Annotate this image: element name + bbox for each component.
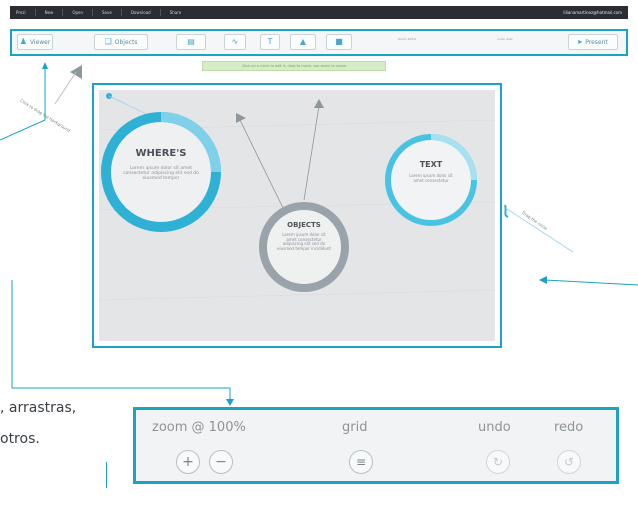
viewer-button[interactable]: ♟ Viewer (17, 34, 53, 50)
left-annotation-lines (0, 62, 82, 141)
zoom-controls-panel: zoom @ 100% grid undo redo + − ≡ ↻ ↺ (133, 407, 619, 484)
menu-divider (62, 9, 64, 16)
toolbar-undo-redo: undo redo (497, 37, 513, 41)
menu-item-save[interactable]: Save (102, 10, 112, 15)
redo-button[interactable]: ↺ (557, 450, 581, 474)
circle-title-wheres[interactable]: WHERE'S (121, 148, 201, 159)
shape-icon: ■ (335, 37, 343, 46)
objects-button-label: Objects (114, 38, 138, 46)
objects-icon: ❏ (104, 37, 112, 46)
undo-label: undo (478, 420, 511, 435)
path-icon: ∿ (231, 37, 239, 46)
undo-button[interactable]: ↻ (486, 450, 510, 474)
hint-notice: Click on a circle to edit it, drag to mo… (202, 61, 386, 71)
menu-item-share[interactable]: Share (170, 10, 182, 15)
body-text-line-2: otros. (0, 431, 40, 447)
circle-body-wheres[interactable]: Lorem ipsum dolor sit amet consectetur a… (123, 166, 199, 181)
prezi-canvas[interactable]: WHERE'S Lorem ipsum dolor sit amet conse… (92, 83, 502, 348)
present-button-label: Present (585, 38, 608, 46)
menu-item-download[interactable]: Download (131, 10, 151, 15)
viewer-button-label: Viewer (29, 38, 51, 46)
menu-divider (159, 9, 161, 16)
triangle-arrow-icon (314, 99, 324, 108)
image-icon: ▲ (299, 37, 307, 46)
frame-icon: ▤ (187, 37, 195, 46)
circle-body-text[interactable]: Lorem ipsum dolor sit amet consectetur (407, 173, 455, 183)
right-annotation-lines (504, 204, 638, 286)
app-menubar: Prezi New Open Save Download Share lilia… (10, 6, 628, 19)
body-text-line-1: , arrastras, (0, 400, 77, 416)
editor-toolbar: ♟ Viewer ❏ Objects ▤ ∿ T ▲ ■ Zoom 100% u… (10, 29, 628, 56)
text-icon: T (267, 37, 273, 46)
grid-icon: ≡ (355, 455, 367, 469)
circle-title-objects[interactable]: OBJECTS (274, 221, 334, 229)
plus-icon: + (182, 454, 194, 470)
undo-icon: ↻ (492, 455, 504, 469)
left-arrow-icon (539, 276, 547, 284)
grid-toggle-button[interactable]: ≡ (349, 450, 373, 474)
canvas-drawing (99, 93, 495, 301)
redo-icon: ↺ (563, 455, 575, 469)
menu-divider (92, 9, 93, 16)
menu-item-new[interactable]: New (45, 10, 54, 15)
insert-text-button[interactable]: T (260, 34, 280, 50)
insert-shape-button[interactable]: ■ (326, 34, 352, 50)
toolbar-zoom-readout: Zoom 100% (397, 37, 417, 41)
zoom-out-button[interactable]: − (209, 450, 233, 474)
insert-path-button[interactable]: ∿ (224, 34, 246, 50)
insert-frame-button[interactable]: ▤ (176, 34, 206, 50)
user-icon: ♟ (19, 37, 27, 46)
menu-item-prezi[interactable]: Prezi (16, 10, 26, 15)
zoom-label: zoom @ 100% (152, 420, 246, 435)
insert-image-button[interactable]: ▲ (290, 34, 316, 50)
objects-button[interactable]: ❏ Objects (94, 34, 148, 50)
menu-divider (120, 9, 122, 16)
redo-label: redo (554, 420, 584, 435)
canvas-background[interactable]: WHERE'S Lorem ipsum dolor sit amet conse… (99, 90, 495, 341)
connector-line (106, 462, 107, 488)
menu-item-open[interactable]: Open (72, 10, 83, 15)
grid-label: grid (342, 420, 368, 435)
menu-divider (34, 9, 36, 16)
minus-icon: − (215, 454, 227, 470)
user-email[interactable]: lilianamartinez@hotmail.com (563, 10, 622, 15)
circle-body-objects[interactable]: Lorem ipsum dolor sit amet consectetur a… (277, 232, 331, 251)
play-icon: ▸ (578, 37, 583, 46)
present-button[interactable]: ▸ Present (568, 34, 618, 50)
zoom-in-button[interactable]: + (176, 450, 200, 474)
circle-title-text[interactable]: TEXT (404, 160, 458, 169)
up-arrow-icon (42, 62, 48, 69)
